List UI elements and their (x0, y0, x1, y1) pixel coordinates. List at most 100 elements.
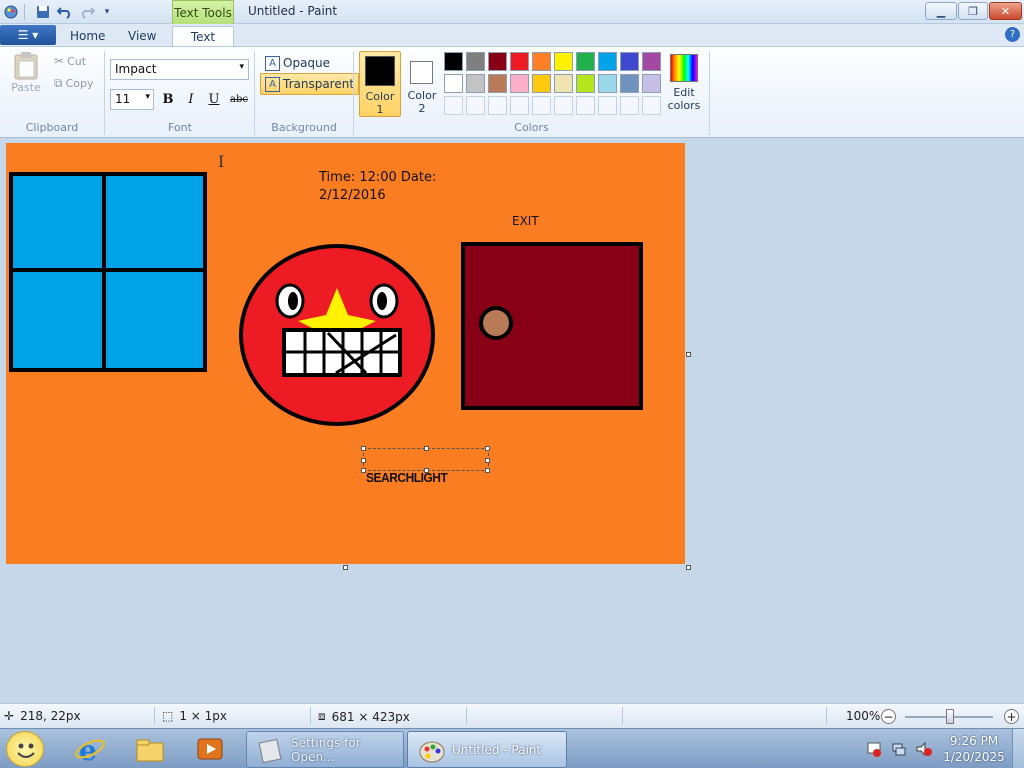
text-selection-box[interactable] (361, 446, 490, 473)
palette-empty-slot[interactable] (488, 96, 507, 115)
opaque-button[interactable]: A Opaque (262, 53, 333, 73)
save-icon[interactable] (34, 3, 52, 21)
taskbar-paint-button[interactable]: Untitled - Paint (407, 731, 567, 768)
canvas-resize-handle-corner[interactable] (686, 565, 691, 570)
edit-colors-label-2: colors (667, 99, 701, 112)
color1-button[interactable]: Color 1 (359, 51, 401, 117)
time-date-text: Time: 12:00 Date: 2/12/2016 (319, 169, 436, 205)
bold-button[interactable]: B (158, 89, 178, 109)
palette-swatch[interactable] (598, 52, 617, 71)
tab-view[interactable]: View (116, 26, 168, 46)
palette-swatch[interactable] (466, 52, 485, 71)
palette-empty-slot[interactable] (444, 96, 463, 115)
face-drawing (239, 244, 435, 426)
cut-button[interactable]: ✂ Cut (54, 54, 86, 68)
help-icon[interactable]: ? (1005, 27, 1020, 42)
time-text: Time: 12:00 Date: (319, 170, 437, 185)
action-center-icon[interactable] (866, 741, 882, 757)
italic-button[interactable]: I (181, 89, 201, 109)
paste-button[interactable]: Paste (6, 51, 46, 103)
tab-text[interactable]: Text (172, 26, 234, 47)
file-explorer-icon[interactable] (134, 733, 166, 765)
taskbar-settings-button[interactable]: Settings for Open... (246, 731, 404, 768)
palette-swatch[interactable] (488, 52, 507, 71)
volume-muted-icon[interactable] (916, 741, 932, 757)
transparent-icon: A (265, 76, 280, 92)
scissors-icon: ✂ (54, 54, 65, 68)
color2-button[interactable]: Color 2 (403, 51, 441, 117)
close-button[interactable]: ✕ (989, 2, 1022, 20)
palette-swatch[interactable] (510, 52, 529, 71)
palette-swatch[interactable] (532, 52, 551, 71)
palette-swatch[interactable] (598, 74, 617, 93)
palette-swatch[interactable] (444, 52, 463, 71)
palette-swatch[interactable] (532, 74, 551, 93)
status-bar: ✛ 218, 22px ⬚ 1 × 1px ⧈ 681 × 423px 100%… (0, 703, 1024, 728)
minimize-button[interactable]: ▁ (925, 2, 957, 20)
palette-empty-slot[interactable] (576, 96, 595, 115)
palette-swatch[interactable] (642, 52, 661, 71)
paint-menu-button[interactable]: ☰ ▾ (0, 25, 56, 45)
transparent-button[interactable]: A Transparent (260, 73, 360, 95)
selection-icon: ⬚ (162, 709, 174, 723)
canvas-resize-handle-right[interactable] (686, 352, 691, 357)
palette-swatch[interactable] (576, 74, 595, 93)
zoom-slider-thumb[interactable] (946, 709, 954, 724)
door-drawing (461, 242, 643, 410)
tab-home[interactable]: Home (58, 26, 117, 46)
palette-swatch[interactable] (488, 74, 507, 93)
chevron-down-icon: ▾ (145, 92, 150, 102)
palette-empty-slot[interactable] (598, 96, 617, 115)
taskbar-paint-label: Untitled - Paint (452, 742, 542, 757)
cut-label: Cut (67, 54, 87, 68)
redo-icon[interactable] (78, 3, 96, 21)
palette-swatch[interactable] (620, 52, 639, 71)
paint-app-icon[interactable] (2, 3, 20, 21)
drawing-canvas[interactable]: Time: 12:00 Date: 2/12/2016 EXIT SEARCHL… (6, 143, 685, 564)
clipboard-group-label: Clipboard (25, 121, 79, 134)
canvas-resize-handle-bottom[interactable] (343, 565, 348, 570)
palette-swatch[interactable] (576, 52, 595, 71)
taskbar-settings-label: Settings for Open... (291, 735, 361, 764)
zoom-in-button[interactable]: + (1004, 709, 1019, 724)
restore-icon: ❐ (968, 4, 978, 18)
palette-swatch[interactable] (554, 52, 573, 71)
undo-icon[interactable] (56, 3, 74, 21)
internet-explorer-icon[interactable]: e (74, 733, 106, 767)
zoom-out-button[interactable]: − (881, 709, 896, 724)
font-family-select[interactable]: Impact ▾ (110, 59, 249, 80)
clock-date: 1/20/2025 (943, 750, 1005, 764)
palette-swatch[interactable] (510, 74, 529, 93)
palette-swatch[interactable] (620, 74, 639, 93)
palette-swatch[interactable] (554, 74, 573, 93)
network-icon[interactable] (891, 741, 907, 757)
start-button[interactable] (6, 731, 44, 767)
underline-button[interactable]: U (204, 89, 224, 109)
copy-button[interactable]: ⧉ Copy (54, 76, 93, 91)
color2-number: 2 (418, 102, 426, 115)
show-desktop-button[interactable] (1012, 729, 1024, 768)
palette-empty-slot[interactable] (554, 96, 573, 115)
palette-swatch[interactable] (642, 74, 661, 93)
palette-swatch[interactable] (444, 74, 463, 93)
palette-swatch[interactable] (466, 74, 485, 93)
color-spectrum-icon (670, 54, 698, 82)
palette-empty-slot[interactable] (532, 96, 551, 115)
selection-size: 1 × 1px (179, 709, 228, 723)
font-size-select[interactable]: 11 ▾ (110, 89, 154, 110)
taskbar: e Settings for Open... Untitled - Paint … (0, 728, 1024, 768)
palette-empty-slot[interactable] (466, 96, 485, 115)
system-clock[interactable]: 9:26 PM 1/20/2025 (940, 733, 1008, 765)
strikethrough-button[interactable]: abc (227, 89, 251, 109)
paste-label: Paste (11, 81, 41, 94)
smiley-icon (17, 743, 35, 758)
searchlight-text: SEARCHLIGHT (366, 470, 448, 485)
customize-quick-access-icon[interactable]: ▾ (98, 3, 116, 21)
palette-empty-slot[interactable] (620, 96, 639, 115)
close-icon: ✕ (1000, 4, 1011, 18)
restore-button[interactable]: ❐ (958, 2, 988, 20)
media-player-icon[interactable] (194, 733, 226, 765)
edit-colors-button[interactable]: Edit colors (667, 52, 701, 118)
palette-empty-slot[interactable] (510, 96, 529, 115)
palette-empty-slot[interactable] (642, 96, 661, 115)
